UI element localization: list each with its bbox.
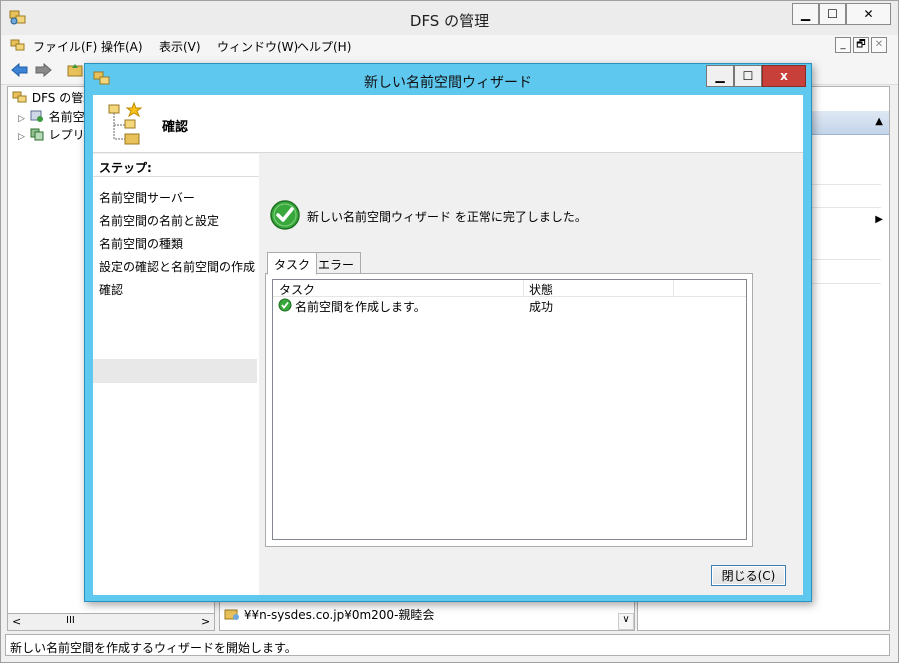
tree-root[interactable]: DFS の管理: [12, 89, 95, 106]
menu-action[interactable]: 操作(A): [101, 38, 143, 55]
window-title: DFS の管理: [409, 12, 490, 30]
tree-item-namespaces[interactable]: ▷ 名前空: [18, 108, 85, 125]
mdi-close-button[interactable]: ✕: [871, 37, 887, 53]
steps-heading: ステップ:: [99, 161, 152, 175]
close-wizard-button[interactable]: 閉じる(C): [711, 565, 786, 586]
submenu-arrow-icon[interactable]: ▶: [875, 214, 883, 225]
success-check-icon: [269, 199, 301, 234]
menu-help[interactable]: ヘルプ(H): [297, 38, 351, 55]
close-button[interactable]: ✕: [846, 3, 891, 25]
row-success-icon: [278, 298, 292, 313]
wizard-namespace-icon: [107, 101, 151, 150]
step-confirmation: 確認: [99, 283, 124, 297]
column-separator[interactable]: [523, 280, 524, 296]
success-message: 新しい名前空間ウィザード を正常に完了しました。: [307, 210, 587, 224]
steps-divider: [93, 176, 259, 177]
step-review-create: 設定の確認と名前空間の作成: [99, 260, 256, 274]
mmc-doc-icon: [10, 37, 26, 56]
list-item[interactable]: ¥¥n-sysdes.co.jp¥0m200-親睦会: [224, 606, 434, 623]
step-namespace-type: 名前空間の種類: [99, 237, 184, 251]
collapse-up-icon[interactable]: ▲: [875, 116, 883, 127]
row-status: 成功: [529, 300, 554, 314]
wizard-maximize-button[interactable]: ☐: [734, 65, 762, 87]
column-separator[interactable]: [673, 280, 674, 296]
tab-tasks[interactable]: タスク: [267, 252, 318, 275]
current-step-highlight: [93, 359, 257, 383]
menu-file[interactable]: ファイル(F): [33, 38, 97, 55]
menu-bar: ファイル(F) 操作(A) 表示(V) ウィンドウ(W) ヘルプ(H) _ 🗗 …: [1, 35, 898, 57]
wizard-body: 確認 ステップ: 名前空間サーバー 名前空間の名前と設定 名前空間の種類 設定の…: [93, 95, 803, 595]
maximize-button[interactable]: ☐: [819, 3, 846, 25]
table-row[interactable]: 名前空間を作成します。 成功: [273, 297, 746, 315]
tasks-tab-panel: タスク 状態 名前空間を作成します。 成功: [265, 273, 753, 547]
scroll-thumb[interactable]: III: [66, 615, 75, 626]
wizard-header: 確認: [93, 95, 803, 153]
wizard-minimize-button[interactable]: ▁: [706, 65, 734, 87]
wizard-close-button[interactable]: x: [762, 65, 806, 87]
row-task: 名前空間を作成します。: [295, 300, 426, 314]
minimize-button[interactable]: ▁: [792, 3, 819, 25]
expand-arrow-icon[interactable]: ▷: [18, 132, 25, 142]
column-header-status[interactable]: 状態: [529, 281, 553, 298]
step-namespace-name: 名前空間の名前と設定: [99, 214, 220, 228]
step-namespace-server: 名前空間サーバー: [99, 191, 195, 205]
wizard-title-bar: 新しい名前空間ウィザード ▁ ☐ x: [85, 64, 811, 94]
new-namespace-wizard: 新しい名前空間ウィザード ▁ ☐ x 確認 ステップ: 名前空間サーバー 名前空…: [84, 63, 812, 602]
wizard-steps-panel: ステップ: 名前空間サーバー 名前空間の名前と設定 名前空間の種類 設定の確認と…: [93, 154, 259, 595]
column-header-task[interactable]: タスク: [279, 281, 315, 298]
menu-view[interactable]: 表示(V): [159, 38, 201, 55]
dfs-root-icon: [12, 91, 28, 105]
namespace-icon: [29, 110, 45, 124]
tab-errors[interactable]: エラー: [311, 252, 362, 274]
center-list-pane: ¥¥n-sysdes.co.jp¥0m200-親睦会 ∨: [219, 598, 635, 631]
up-folder-icon[interactable]: [67, 62, 83, 81]
list-item-label: ¥¥n-sysdes.co.jp¥0m200-親睦会: [243, 608, 435, 622]
back-arrow-icon[interactable]: [11, 62, 29, 81]
mdi-minimize-button[interactable]: _: [835, 37, 851, 53]
task-list: タスク 状態 名前空間を作成します。 成功: [272, 279, 747, 540]
tree-horizontal-scrollbar[interactable]: < III >: [7, 613, 215, 631]
forward-arrow-icon[interactable]: [34, 62, 52, 81]
status-text: 新しい名前空間を作成するウィザードを開始します。: [10, 641, 297, 655]
menu-window[interactable]: ウィンドウ(W): [217, 38, 298, 55]
scroll-left-icon[interactable]: <: [12, 615, 21, 628]
replication-icon: [29, 128, 45, 142]
wizard-page-title: 確認: [162, 120, 189, 135]
task-list-header: タスク 状態: [273, 280, 746, 297]
scroll-down-icon[interactable]: ∨: [618, 613, 634, 630]
status-bar: 新しい名前空間を作成するウィザードを開始します。: [5, 634, 890, 656]
title-bar: DFS の管理 ▁ ☐ ✕: [1, 1, 898, 35]
scroll-right-icon[interactable]: >: [201, 615, 210, 628]
tree-item-label: 名前空: [48, 110, 85, 124]
namespace-folder-icon: [224, 608, 240, 622]
expand-arrow-icon[interactable]: ▷: [18, 114, 25, 124]
mdi-restore-button[interactable]: 🗗: [853, 37, 869, 53]
wizard-title: 新しい名前空間ウィザード: [364, 75, 532, 91]
